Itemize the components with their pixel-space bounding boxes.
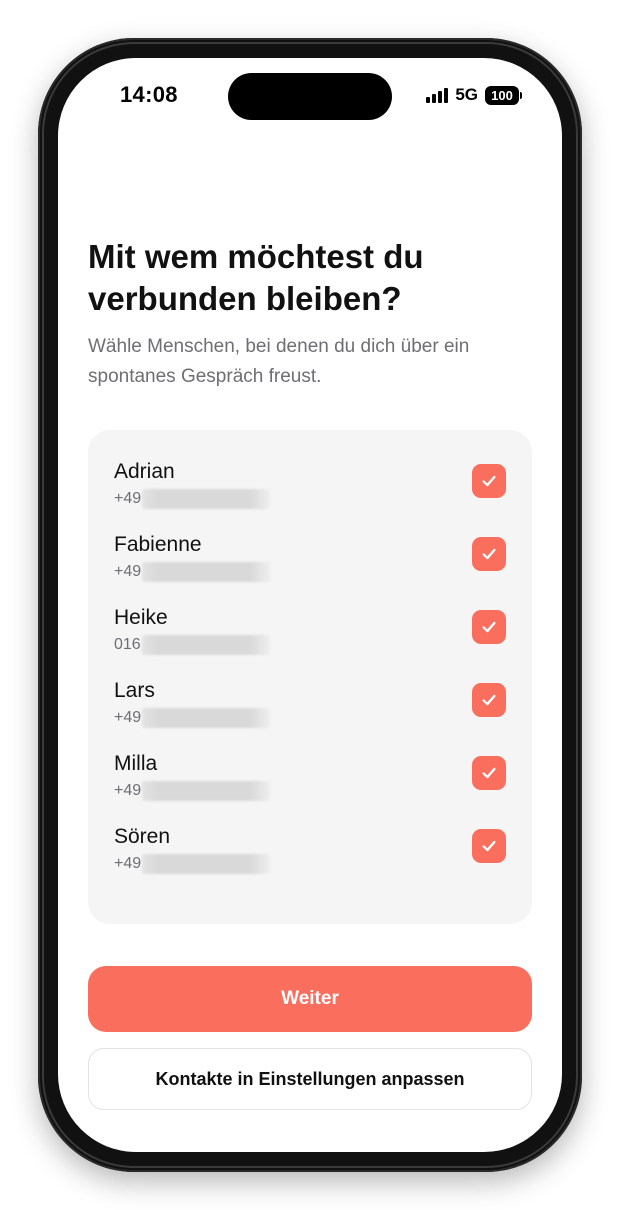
phone-redaction-blur — [142, 562, 271, 582]
checkmark-icon — [482, 840, 496, 852]
app-screen: 14:08 5G 100 Mit wem möchtest du verbund… — [58, 58, 562, 1152]
contact-list-card: Adrian +49 Fabienne +49 Heike 016 Lars +49 Milla… — [88, 430, 532, 924]
contact-row[interactable]: Sören +49 — [88, 823, 532, 893]
contact-row[interactable]: Fabienne +49 — [88, 531, 532, 601]
contact-name: Adrian — [114, 460, 175, 483]
checkmark-icon — [482, 621, 496, 633]
battery-level: 100 — [485, 85, 519, 105]
contact-name: Milla — [114, 752, 158, 775]
checkmark-icon — [482, 694, 496, 706]
network-type: 5G — [455, 85, 478, 104]
contact-phone-prefix: +49 — [114, 490, 142, 507]
contact-name: Heike — [114, 606, 168, 629]
contact-phone-prefix: +49 — [114, 563, 142, 580]
continue-button[interactable]: Weiter — [88, 966, 532, 1032]
contact-name: Sören — [114, 825, 171, 848]
contact-checkbox[interactable] — [472, 756, 506, 790]
page-subtitle: Wähle Menschen, bei denen du dich über e… — [88, 336, 470, 387]
contact-name: Lars — [114, 679, 155, 702]
contact-phone-row: +49 — [114, 561, 271, 583]
battery-icon: 100 — [485, 85, 522, 105]
contact-phone-prefix: 016 — [114, 636, 141, 653]
contact-checkbox[interactable] — [472, 537, 506, 571]
checkmark-icon — [482, 548, 496, 560]
status-indicators: 5G 100 — [426, 84, 522, 106]
phone-redaction-blur — [141, 635, 270, 655]
contact-phone-row: +49 — [114, 707, 271, 729]
status-time: 14:08 — [120, 82, 178, 107]
contact-phone-row: 016 — [114, 634, 270, 656]
contact-phone-row: +49 — [114, 488, 271, 510]
adjust-contacts-settings-button[interactable]: Kontakte in Einstellungen anpassen — [88, 1048, 532, 1110]
phone-redaction-blur — [142, 708, 271, 728]
contact-phone-prefix: +49 — [114, 709, 142, 726]
phone-redaction-blur — [142, 489, 271, 509]
contact-row[interactable]: Milla +49 — [88, 750, 532, 820]
contact-phone-prefix: +49 — [114, 855, 142, 872]
contact-phone-row: +49 — [114, 780, 271, 802]
checkmark-icon — [482, 475, 496, 487]
device-stage: 14:08 5G 100 Mit wem möchtest du verbund… — [0, 0, 620, 1210]
contact-checkbox[interactable] — [472, 829, 506, 863]
contact-checkbox[interactable] — [472, 464, 506, 498]
contact-checkbox[interactable] — [472, 683, 506, 717]
contact-row[interactable]: Lars +49 — [88, 677, 532, 747]
contact-name: Fabienne — [114, 533, 202, 556]
page-title: Mit wem möchtest du verbunden bleiben? — [88, 238, 424, 317]
contact-phone-prefix: +49 — [114, 782, 142, 799]
contact-phone-row: +49 — [114, 853, 271, 875]
phone-redaction-blur — [142, 781, 271, 801]
phone-redaction-blur — [142, 854, 271, 874]
contact-checkbox[interactable] — [472, 610, 506, 644]
dynamic-island — [228, 73, 392, 120]
checkmark-icon — [482, 767, 496, 779]
contact-row[interactable]: Adrian +49 — [88, 458, 532, 528]
contact-row[interactable]: Heike 016 — [88, 604, 532, 674]
cellular-signal-icon — [426, 87, 449, 103]
